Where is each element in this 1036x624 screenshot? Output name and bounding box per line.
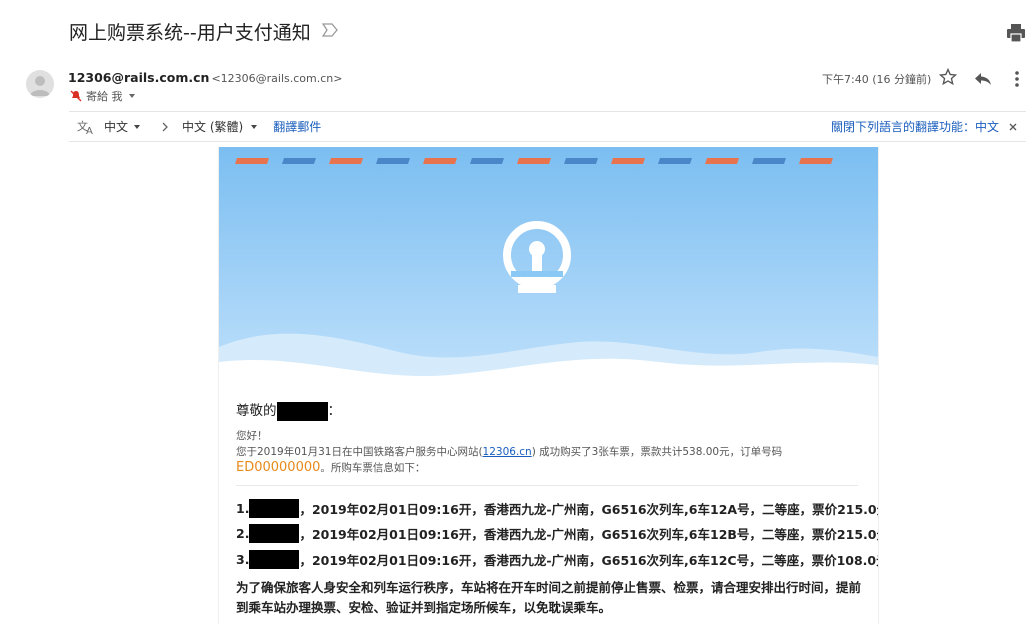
redacted-passenger	[249, 524, 300, 543]
sender-name[interactable]: 12306@rails.com.cn	[68, 70, 209, 85]
label-tag-icon[interactable]	[322, 23, 338, 37]
purchase-summary: 您于2019年01月31日在中国铁路客户服务中心网站(12306.cn) 成功购…	[236, 444, 861, 476]
svg-text:A: A	[86, 126, 93, 135]
star-icon[interactable]	[939, 68, 957, 86]
greeting-text: 尊敬的	[236, 403, 277, 419]
reply-icon[interactable]	[974, 72, 992, 86]
more-options-icon[interactable]	[1014, 70, 1020, 88]
ticket-detail: ，2019年02月01日09:16开，香港西九龙-广州南，G6516次列车,6车…	[299, 527, 879, 542]
ticket-number: 2.	[236, 526, 250, 541]
translate-icon: 文 A	[77, 119, 93, 135]
site-link[interactable]: 12306.cn	[483, 446, 532, 458]
intro-text-b: ) 成功购买了3张车票，票款共计538.00元，订单号码	[531, 446, 783, 458]
email-subject: 网上购票系统--用户支付通知	[69, 22, 311, 44]
caret-down-icon	[251, 124, 258, 129]
ticket-detail: ，2019年02月01日09:16开，香港西九龙-广州南，G6516次列车,6车…	[299, 502, 879, 517]
to-label: 寄給 我	[86, 90, 123, 103]
avatar[interactable]	[26, 70, 54, 98]
disable-translation-link[interactable]: 關閉下列語言的翻譯功能：中文	[831, 118, 999, 135]
target-language-select[interactable]: 中文 (繁體)	[182, 118, 259, 135]
source-language-label: 中文	[104, 120, 129, 134]
caret-down-icon	[134, 124, 141, 129]
recipient-line[interactable]: 寄給 我	[70, 88, 137, 104]
chevron-right-icon	[162, 122, 168, 131]
source-language-select[interactable]: 中文	[104, 118, 142, 135]
hello-text: 您好！	[236, 430, 268, 442]
divider	[236, 485, 858, 486]
ticket-item: 1. ，2019年02月01日09:16开，香港西九龙-广州南，G6516次列车,…	[236, 499, 879, 518]
email-body: 尊敬的 ： 您好！ 您于2019年01月31日在中国铁路客户服务中心网站(1230…	[218, 147, 879, 624]
intro-text-c: 。所购车票信息如下：	[320, 462, 426, 474]
ticket-item: 2. ，2019年02月01日09:16开，香港西九龙-广州南，G6516次列车,…	[236, 524, 879, 543]
muted-bell-icon	[70, 90, 82, 102]
greeting-punctuation: ：	[327, 403, 342, 419]
sender-address: <12306@rails.com.cn>	[211, 72, 343, 85]
close-icon[interactable]	[1008, 122, 1018, 132]
ticket-number: 1.	[236, 501, 250, 516]
intro-paragraph: 您好！ 您于2019年01月31日在中国铁路客户服务中心网站(12306.cn)…	[236, 428, 861, 476]
redacted-passenger	[249, 550, 300, 569]
target-language-label: 中文 (繁體)	[182, 120, 244, 134]
greeting: 尊敬的 ：	[236, 399, 341, 421]
railway-banner	[219, 147, 878, 385]
caret-down-icon[interactable]	[127, 91, 137, 101]
translate-bar: 文 A 中文 中文 (繁體) 翻譯郵件 關閉下列語言的翻譯功能：中文	[69, 111, 1026, 142]
redacted-name	[276, 401, 328, 421]
order-number: ED00000000	[236, 460, 321, 475]
sender-line: 12306@rails.com.cn <12306@rails.com.cn>	[68, 70, 342, 85]
intro-text-a: 您于2019年01月31日在中国铁路客户服务中心网站(	[236, 446, 483, 458]
translate-message-link[interactable]: 翻譯郵件	[273, 118, 321, 135]
redacted-passenger	[249, 499, 300, 518]
ticket-item: 3. ，2019年02月01日09:16开，香港西九龙-广州南，G6516次列车,…	[236, 550, 879, 569]
print-icon[interactable]	[1006, 24, 1026, 42]
timestamp: 下午7:40 (16 分鐘前)	[822, 73, 932, 86]
ticket-number: 3.	[236, 552, 250, 567]
boarding-notice: 为了确保旅客人身安全和列车运行秩序，车站将在开车时间之前提前停止售票、检票，请合…	[236, 580, 862, 615]
person-icon	[30, 76, 50, 96]
ticket-detail: ，2019年02月01日09:16开，香港西九龙-广州南，G6516次列车,6车…	[299, 553, 879, 568]
